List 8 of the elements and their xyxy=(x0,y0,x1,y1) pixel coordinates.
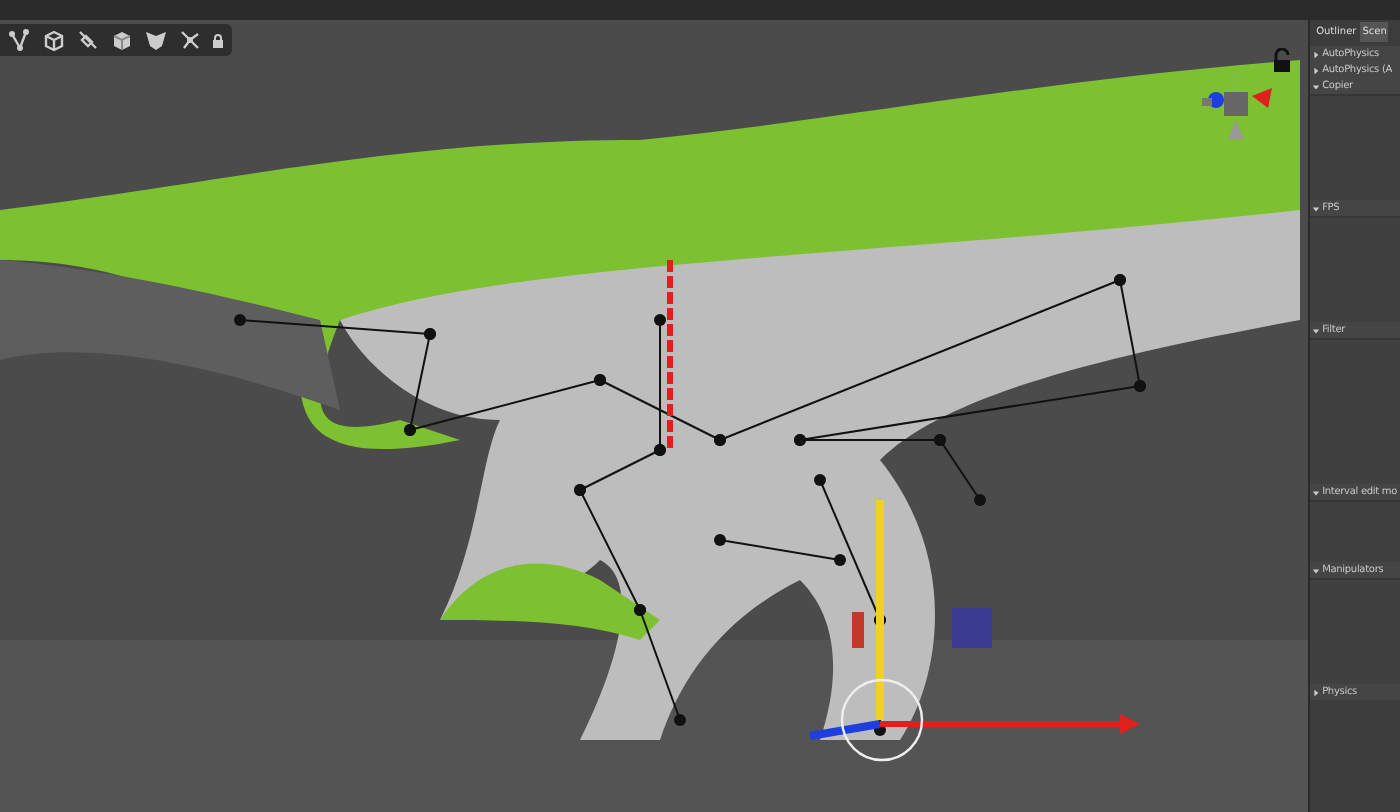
shield-icon xyxy=(144,28,168,52)
lock-icon xyxy=(212,33,224,47)
lock-icon[interactable] xyxy=(1272,48,1292,72)
wireframe-cube-icon xyxy=(42,28,66,52)
pin-tool-icon xyxy=(76,28,100,52)
nodes-icon xyxy=(8,28,32,52)
skeleton-icon xyxy=(178,28,202,52)
solid-cube-icon xyxy=(110,28,134,52)
